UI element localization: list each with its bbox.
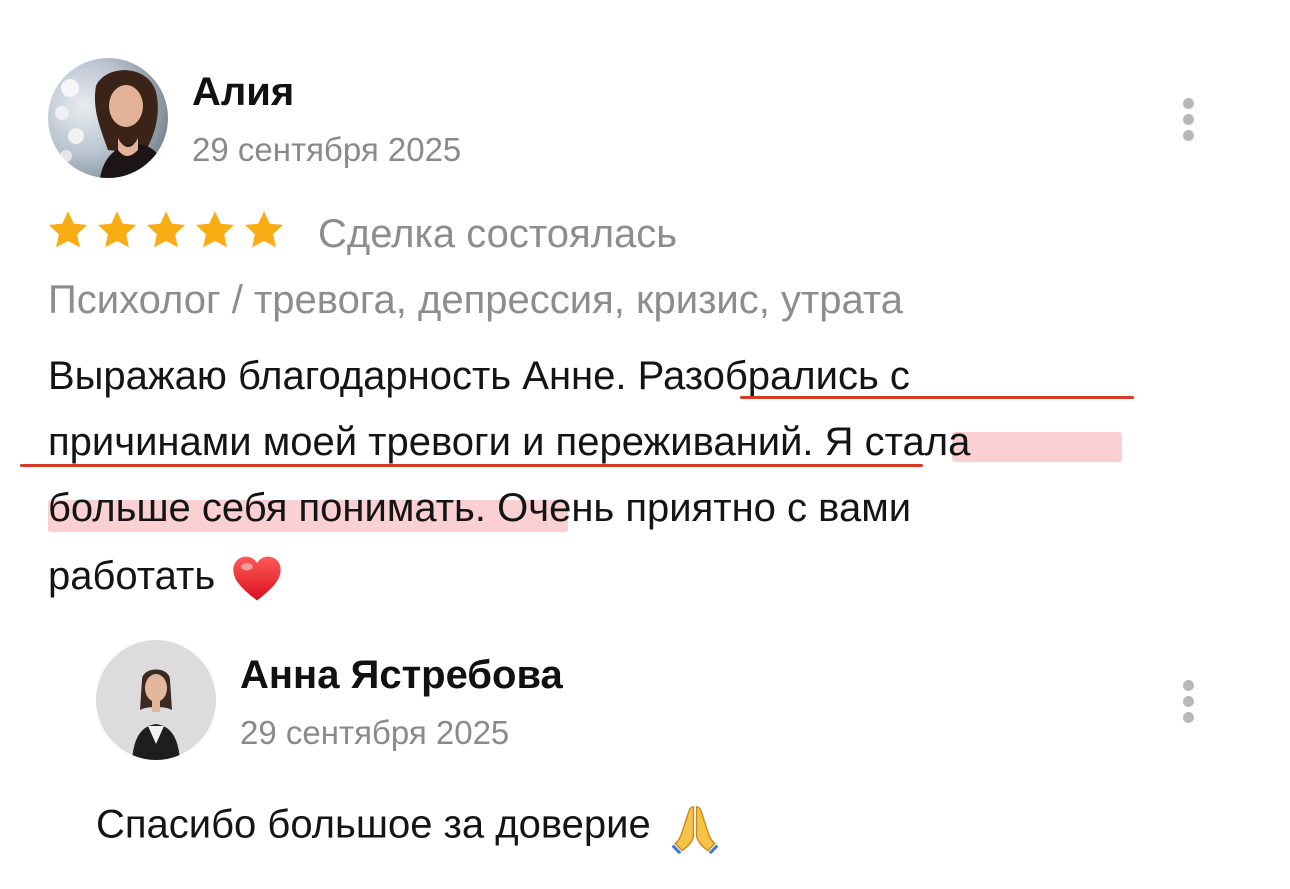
rating-stars: [46, 208, 286, 258]
review-text-segment: Разобрались с: [637, 354, 910, 398]
review-text-segment: Я стала: [824, 420, 971, 464]
reply-more-options-icon[interactable]: [1181, 680, 1195, 724]
underline-mark: [20, 464, 923, 467]
star-icon: [97, 211, 137, 248]
replier-avatar[interactable]: [96, 640, 216, 760]
reviewer-name[interactable]: Алия: [192, 70, 294, 115]
review-text-segment: причинами моей тревоги и переживаний: [48, 420, 803, 464]
reply-text: Спасибо большое за доверие: [96, 800, 724, 854]
review-text-segment: больше себя понимать.: [48, 486, 486, 530]
deal-status: Сделка состоялась: [318, 212, 678, 256]
review-text-segment: .: [802, 420, 825, 464]
review-text-line: Выражаю благодарность Анне. Разобрались …: [48, 352, 910, 400]
review-text-segment: Очень приятно с вами: [486, 486, 912, 530]
review-text-segment: Выражаю благодарность Анне.: [48, 354, 638, 398]
review-date: 29 сентября 2025: [192, 131, 462, 168]
replier-name[interactable]: Анна Ястребова: [240, 653, 563, 698]
star-icon: [48, 211, 88, 248]
review-text-line: больше себя понимать. Очень приятно с ва…: [48, 484, 911, 532]
star-icon: [146, 211, 186, 248]
review-text-line: причинами моей тревоги и переживаний. Я …: [48, 418, 970, 466]
review-text-segment: работать: [48, 554, 216, 598]
review-text-line: работать: [48, 552, 284, 603]
reply-text-content: Спасибо большое за доверие: [96, 802, 651, 847]
underline-mark: [740, 396, 1134, 399]
highlight-mark: [952, 432, 1122, 462]
review-more-options-icon[interactable]: [1181, 98, 1195, 142]
red-heart-emoji-icon: [233, 557, 281, 601]
star-icon: [244, 211, 284, 248]
service-category: Психолог / тревога, депрессия, кризис, у…: [48, 278, 904, 322]
folded-hands-emoji-icon: [671, 806, 719, 854]
star-icon: [195, 211, 235, 248]
reply-date: 29 сентября 2025: [240, 714, 510, 751]
reviewer-avatar[interactable]: [48, 58, 168, 178]
